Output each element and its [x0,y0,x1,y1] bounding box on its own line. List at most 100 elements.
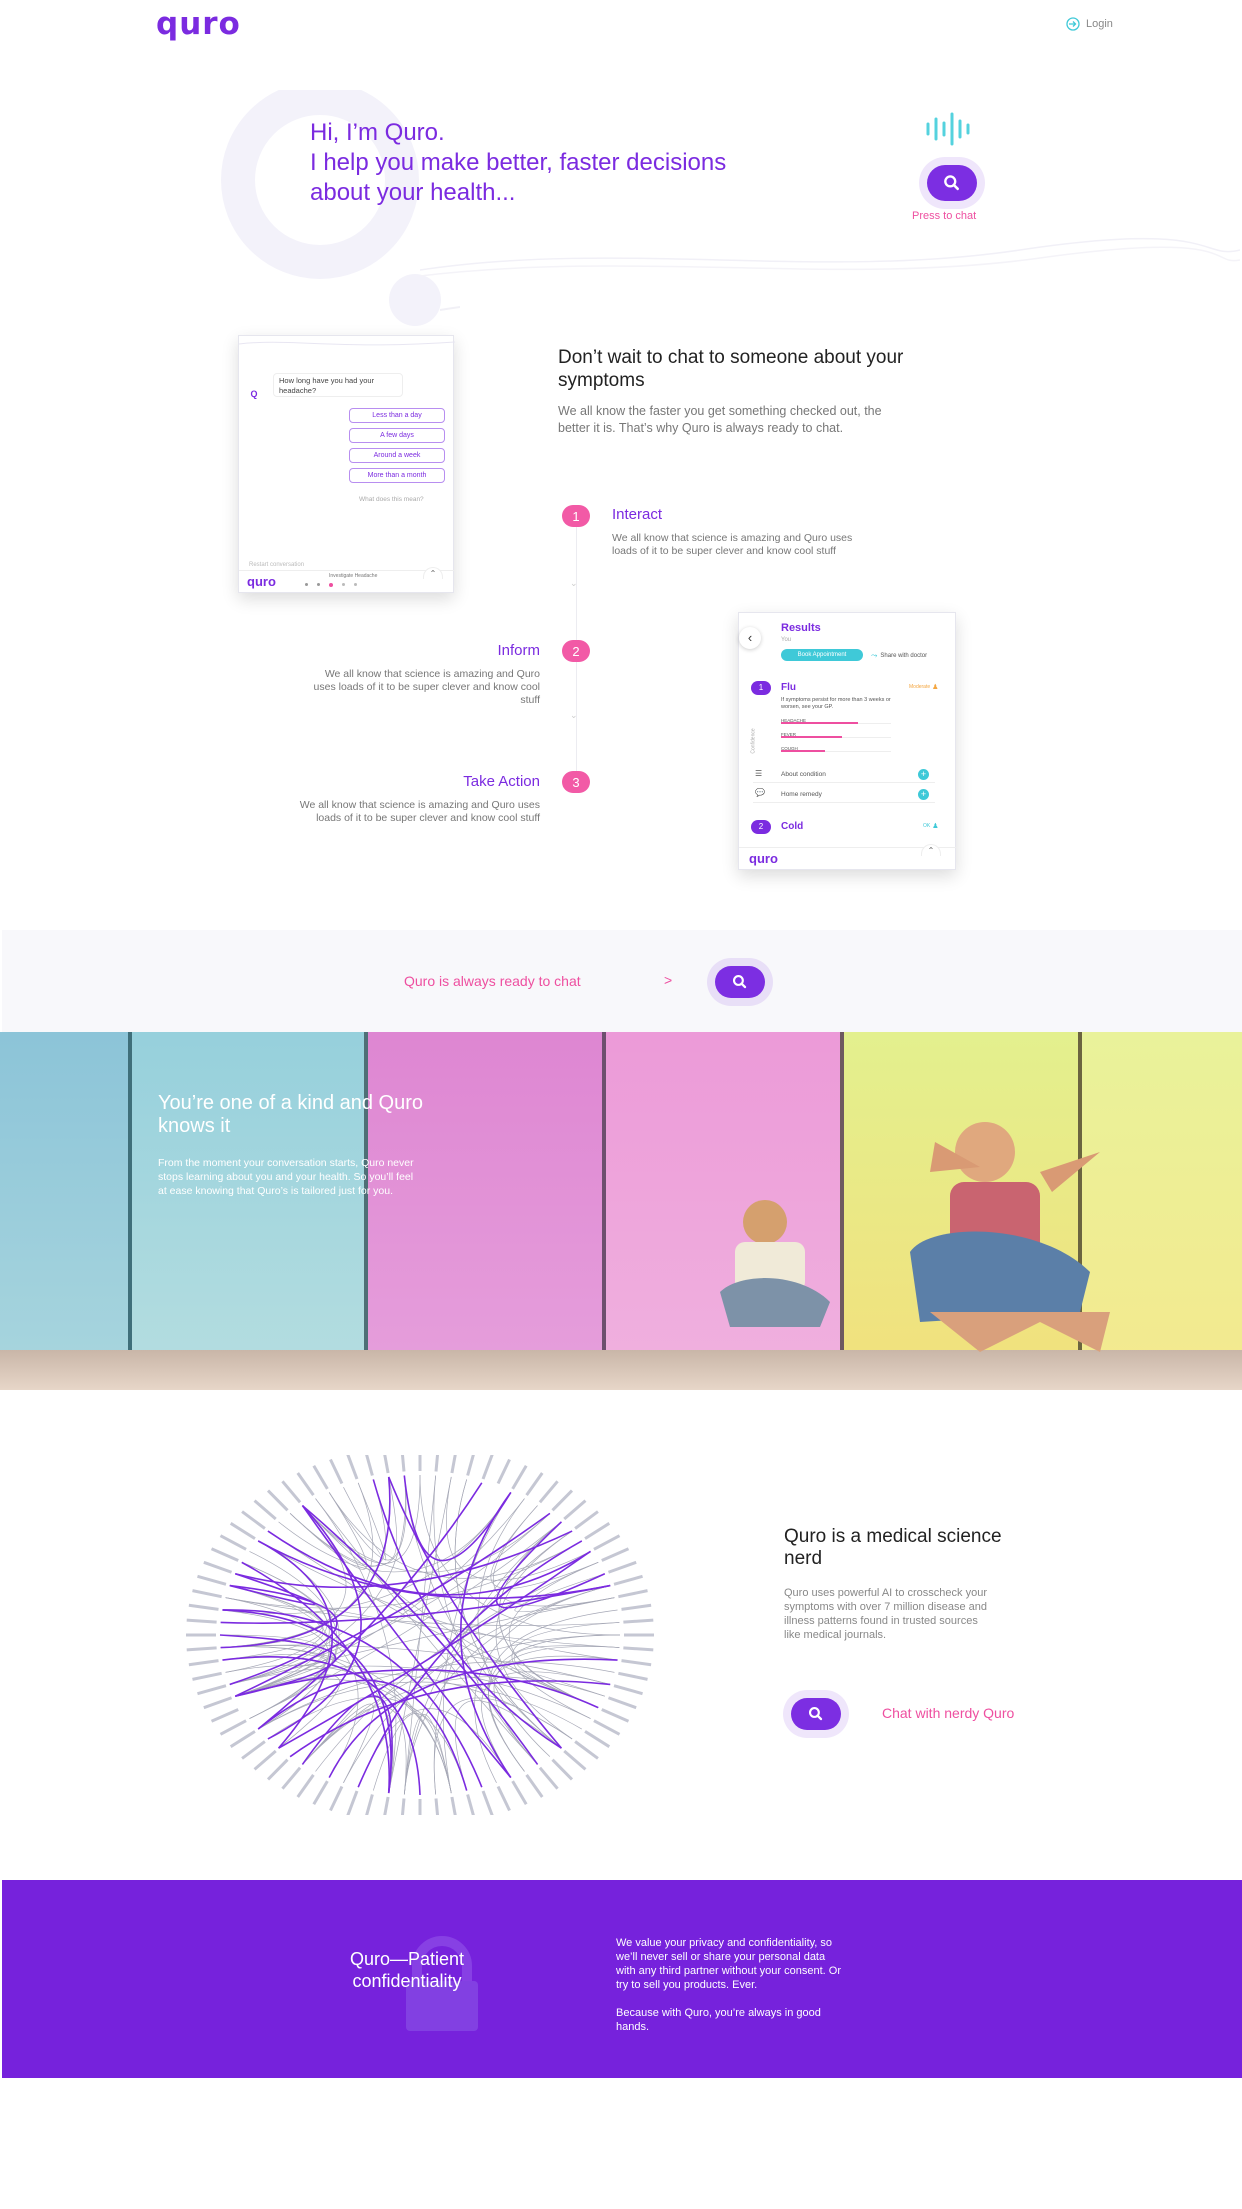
kind-body-line-3: at ease knowing that Quro’s is tailored … [158,1185,394,1197]
hero-line-3: about your health... [310,179,516,206]
cta-band-text[interactable]: Quro is always ready to chat [404,973,581,989]
symptom-fever-track [781,736,891,738]
hero-heading: Hi, I’m Quro. I help you make better, fa… [310,118,726,208]
symptom-headache: HEADACHE [781,718,891,732]
login-link[interactable]: Login [1066,17,1113,31]
privacy-body-line-1: We value your privacy and confidentialit… [616,1937,833,1949]
results-title: Results [781,622,821,634]
back-button[interactable]: ‹ [739,627,761,649]
network-node-label [383,1455,390,1474]
share-with-doctor-link[interactable]: ⤳ Share with doctor [871,651,927,661]
hero-wave-lines [420,237,1240,277]
network-node-label [551,1758,574,1781]
nerd-chat-button[interactable] [791,1698,841,1730]
network-node-label [563,1749,587,1771]
privacy-body-line-4: try to sell you products. Ever. [616,1979,758,1991]
intro-title-line-1: Don’t wait to chat to someone about your [558,347,904,368]
confidence-vertical-label: Confidence [750,728,757,754]
symptom-bars: HEADACHE FEVER COUGH [781,718,891,760]
chevron-up-icon[interactable]: ⌃ [423,567,443,579]
cta-band-chat-button[interactable] [715,966,765,998]
step-3-body-line-2: loads of it to be super clever and know … [316,812,540,824]
results-mock-logo: quro [749,851,778,866]
chat-mock-footer-label: Investigate Headache [329,573,378,579]
chat-mock-header-wave [239,341,455,346]
privacy-title: Quro—Patient confidentiality [272,1948,542,1992]
step-2: Inform We all know that science is amazi… [200,642,540,707]
network-node-label [574,1740,599,1760]
network-node-label [400,1798,406,1815]
hero-chat-button[interactable] [927,165,977,201]
nerd-chat-link[interactable]: Chat with nerdy Quro [882,1705,1014,1721]
network-node-label [525,1472,544,1497]
flu-title: Flu [781,682,796,693]
results-mock: ‹ Results You Book Appointment ⤳ Share w… [738,612,957,871]
step-1-body: We all know that science is amazing and … [612,532,972,558]
kind-body: From the moment your conversation starts… [158,1156,414,1198]
step-3-title: Take Action [463,773,540,790]
network-node-label [253,1749,277,1771]
network-link [403,1530,573,1795]
restart-link[interactable]: Restart conversation [249,562,304,568]
nerd-section: Quro is a medical science nerd Quro uses… [784,1526,1144,1642]
nerd-body: Quro uses powerful AI to crosscheck your… [784,1586,1144,1642]
about-condition-row[interactable]: ☰ About condition + [753,767,935,783]
network-node-label [188,1659,219,1667]
home-remedy-row[interactable]: 💬 Home remedy + [753,787,935,803]
kind-title-line-2: knows it [158,1115,231,1137]
photo-people-illustration [720,1122,1110,1352]
network-node-label [496,1458,511,1485]
step-1-badge: 1 [562,505,590,527]
why-link[interactable]: What does this mean? [359,496,424,503]
network-link [328,1476,398,1561]
book-appointment-button[interactable]: Book Appointment [781,649,863,661]
results-you-label: You [781,637,792,643]
network-node-label [551,1489,574,1512]
logo[interactable]: quro [156,6,241,42]
plus-icon[interactable]: + [918,789,929,800]
chat-option-3[interactable]: Around a week [349,448,445,463]
results-mock-footer: quro ⌃ [739,844,957,871]
symptom-cough: COUGH [781,746,891,760]
kind-body-line-2: stops learning about you and your health… [158,1171,414,1183]
nerd-body-line-2: symptoms with over 7 million disease and [784,1601,987,1613]
network-node-label [312,1780,329,1806]
privacy-title-line-1: Quro—Patient [349,1949,465,1969]
chat-option-2[interactable]: A few days [349,428,445,443]
step-2-title: Inform [497,642,540,659]
flu-badge-label: Moderate [909,684,931,690]
network-node-label [186,1618,217,1624]
privacy-body-line-5: Because with Quro, you’re always in good [616,2007,821,2019]
step-1-body-line-1: We all know that science is amazing and … [612,532,853,544]
network-link [454,1700,562,1791]
timeline-chevron-1: ⌄ [570,578,578,588]
step-1-body-line-2: loads of it to be super clever and know … [612,545,836,557]
cold-number-badge: 2 [751,820,771,834]
chat-mock: Q How long have you had your headache? L… [238,335,455,593]
plus-icon[interactable]: + [918,769,929,780]
network-node-label [210,1708,239,1723]
network-node-label [188,1603,219,1611]
network-highlight-link [229,1573,316,1606]
network-node-label [192,1589,222,1599]
person-icon: ♟ [932,684,939,691]
network-node-label [434,1798,440,1815]
cold-badge-label: OK [923,823,931,829]
cold-title: Cold [781,821,804,832]
network-node-label [623,1646,654,1652]
chat-option-4[interactable]: More than a month [349,468,445,483]
home-remedy-label: Home remedy [781,791,822,798]
network-node-label [574,1510,599,1530]
network-node-label [450,1796,457,1815]
chevron-up-icon[interactable]: ⌃ [921,844,941,856]
press-to-chat-label: Press to chat [912,210,977,222]
chat-option-1[interactable]: Less than a day [349,408,445,423]
network-node-label [192,1671,222,1681]
network-node-label [563,1499,587,1521]
network-node-label [400,1455,406,1472]
network-node-label [253,1499,277,1521]
flu-note: If symptoms persist for more than 3 week… [781,697,891,711]
cta-band-arrow[interactable]: > [664,972,672,988]
symptom-fever-fill [781,736,842,738]
step-3-body-line-1: We all know that science is amazing and … [299,799,540,811]
